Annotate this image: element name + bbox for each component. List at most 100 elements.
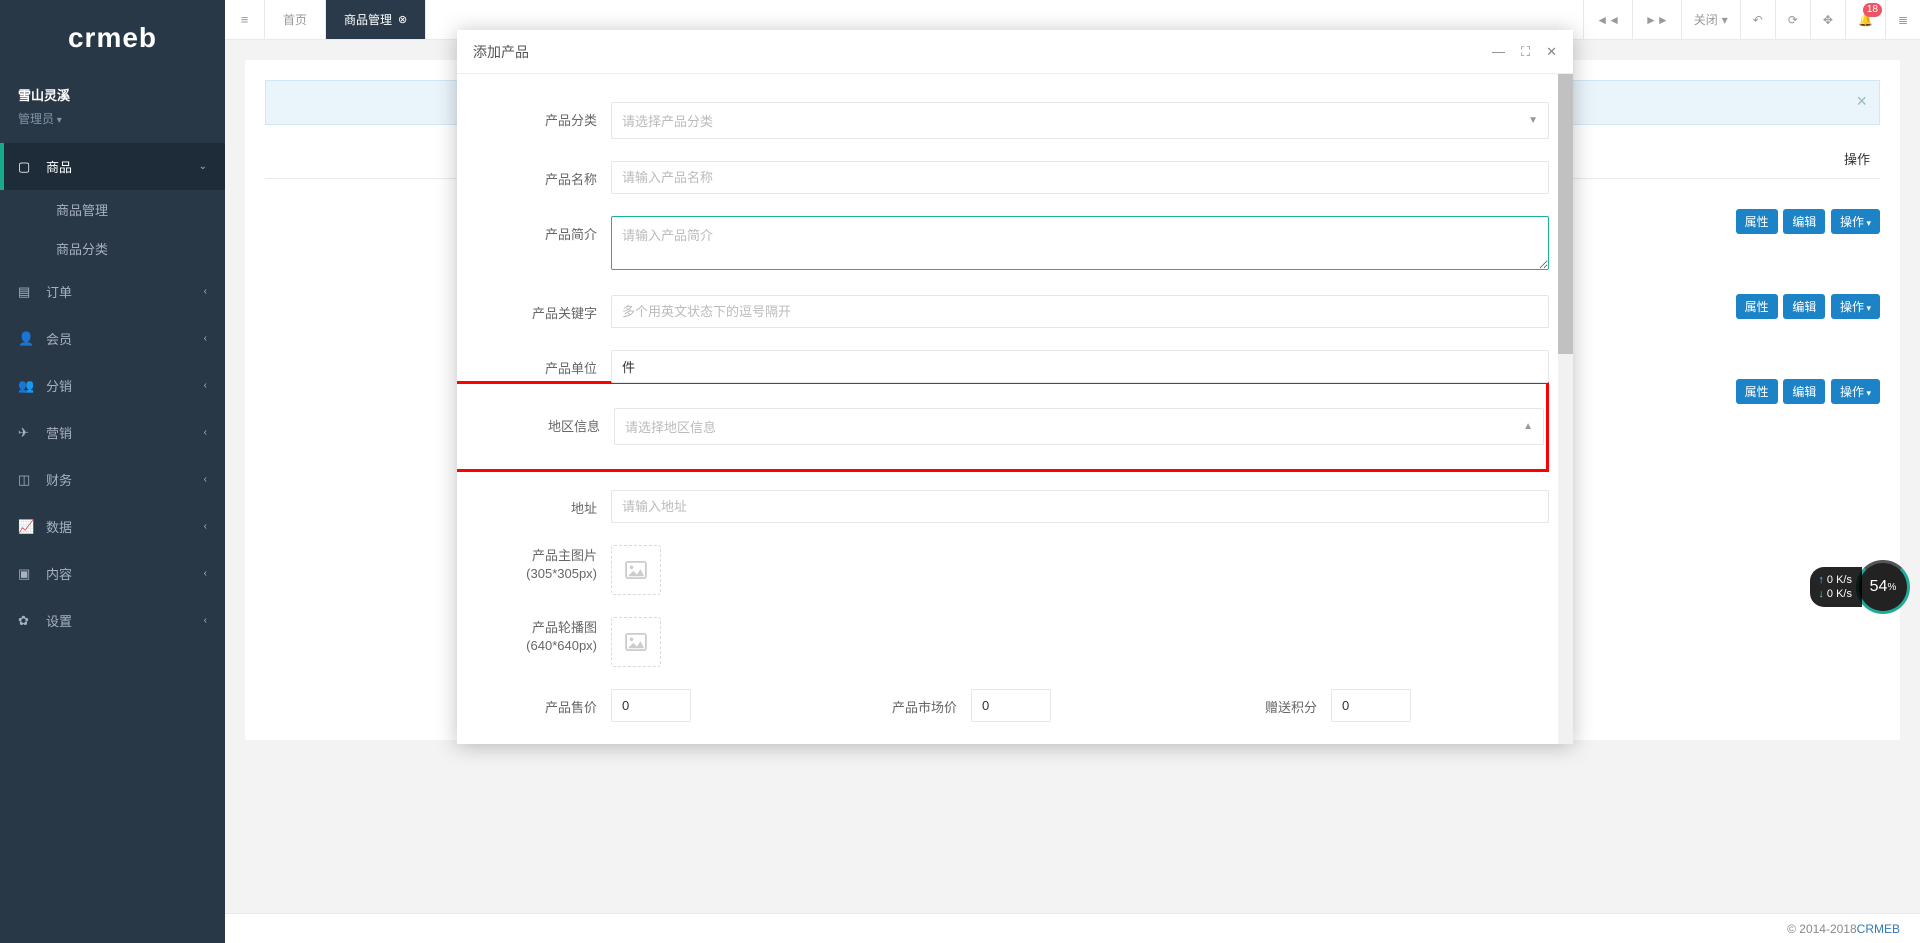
chevron-left-icon: ‹ — [204, 568, 207, 579]
image-icon — [625, 633, 647, 651]
name-input[interactable] — [611, 161, 1549, 194]
address-input[interactable] — [611, 490, 1549, 523]
chevron-left-icon: ‹ — [204, 521, 207, 532]
price-label: 产品售价 — [481, 689, 611, 716]
sidebar: crmeb 雪山灵溪 管理员 ▢ 商品 ⌄ 商品管理 商品分类 ▤订单‹ 👤会员… — [0, 0, 225, 943]
chart-icon: 📈 — [18, 519, 38, 535]
tab-prev-button[interactable]: ◄◄ — [1583, 0, 1632, 39]
nav-content[interactable]: ▣内容‹ — [0, 550, 225, 597]
undo-button[interactable]: ↶ — [1740, 0, 1775, 39]
move-button[interactable]: ✥ — [1810, 0, 1845, 39]
footer: © 2014-2018 CRMEB — [225, 913, 1920, 943]
attr-button[interactable]: 属性 — [1736, 209, 1778, 234]
op-dropdown[interactable]: 操作 — [1831, 294, 1880, 319]
caret-up-icon: ▲ — [1523, 421, 1533, 432]
modal-title: 添加产品 — [473, 42, 529, 62]
price-input[interactable] — [611, 689, 691, 722]
intro-textarea[interactable] — [611, 216, 1549, 270]
download-speed: 0 K/s — [1818, 587, 1852, 601]
edit-button[interactable]: 编辑 — [1783, 209, 1825, 234]
alert-close-button[interactable]: × — [1856, 91, 1867, 112]
region-select[interactable]: 请选择地区信息 ▲ — [614, 408, 1544, 445]
laptop-icon: ▢ — [18, 159, 38, 175]
nav-marketing[interactable]: ✈营销‹ — [0, 409, 225, 456]
user-role-dropdown[interactable]: 管理员 — [18, 110, 207, 127]
keyword-input[interactable] — [611, 295, 1549, 328]
close-dropdown[interactable]: 关闭 ▾ — [1681, 0, 1740, 39]
image-icon — [625, 561, 647, 579]
keyword-label: 产品关键字 — [481, 295, 611, 322]
book-icon: ▣ — [18, 566, 38, 582]
footer-link[interactable]: CRMEB — [1857, 922, 1900, 936]
minimize-button[interactable]: — — [1492, 44, 1505, 60]
gear-icon: ✿ — [18, 613, 38, 629]
tab-product-manage[interactable]: 商品管理⊗ — [326, 0, 426, 39]
chevron-left-icon: ‹ — [204, 427, 207, 438]
main-img-upload[interactable] — [611, 545, 661, 595]
op-dropdown[interactable]: 操作 — [1831, 209, 1880, 234]
chevron-left-icon: ‹ — [204, 333, 207, 344]
tab-home[interactable]: 首页 — [265, 0, 326, 39]
market-input[interactable] — [971, 689, 1051, 722]
close-button[interactable]: ✕ — [1546, 44, 1557, 60]
points-label: 赠送积分 — [1051, 689, 1331, 722]
notification-badge: 18 — [1863, 3, 1882, 17]
document-icon: ▤ — [18, 284, 38, 300]
intro-label: 产品简介 — [481, 216, 611, 243]
nav-distribution[interactable]: 👥分销‹ — [0, 362, 225, 409]
notifications-button[interactable]: 🔔18 — [1845, 0, 1885, 39]
scrollbar[interactable] — [1558, 74, 1573, 744]
refresh-button[interactable]: ⟳ — [1775, 0, 1810, 39]
money-icon: ◫ — [18, 472, 38, 488]
nav-data[interactable]: 📈数据‹ — [0, 503, 225, 550]
nav-settings[interactable]: ✿设置‹ — [0, 597, 225, 644]
chevron-left-icon: ‹ — [204, 474, 207, 485]
main-img-label: 产品主图片 (305*305px) — [481, 545, 611, 583]
attr-button[interactable]: 属性 — [1736, 294, 1778, 319]
chevron-left-icon: ‹ — [204, 286, 207, 297]
market-label: 产品市场价 — [691, 689, 971, 722]
name-label: 产品名称 — [481, 161, 611, 188]
group-icon: 👥 — [18, 378, 38, 394]
edit-button[interactable]: 编辑 — [1783, 379, 1825, 404]
user-name: 雪山灵溪 — [18, 85, 207, 104]
hamburger-button[interactable]: ≡ — [225, 0, 265, 39]
nav-product-category[interactable]: 商品分类 — [0, 229, 225, 268]
logo: crmeb — [0, 0, 225, 75]
nav-product-manage[interactable]: 商品管理 — [0, 190, 225, 229]
unit-label: 产品单位 — [481, 350, 611, 377]
highlighted-region-field: 地区信息 请选择地区信息 ▲ — [457, 381, 1549, 472]
chevron-left-icon: ‹ — [204, 615, 207, 626]
modal-body: 产品分类 请选择产品分类 ▼ 产品名称 产品简介 — [457, 74, 1573, 744]
region-label: 地区信息 — [484, 408, 614, 435]
chevron-left-icon: ‹ — [204, 380, 207, 391]
attr-button[interactable]: 属性 — [1736, 379, 1778, 404]
unit-input[interactable] — [611, 350, 1549, 383]
send-icon: ✈ — [18, 425, 38, 441]
caret-down-icon: ▼ — [1528, 115, 1538, 126]
upload-speed: 0 K/s — [1818, 573, 1852, 587]
tab-next-button[interactable]: ►► — [1632, 0, 1681, 39]
main-area: ≡ 首页 商品管理⊗ ◄◄ ►► 关闭 ▾ ↶ ⟳ ✥ 🔔18 ≣ × 操作 — [225, 0, 1920, 943]
close-icon[interactable]: ⊗ — [398, 13, 407, 26]
chevron-down-icon: ⌄ — [199, 161, 207, 172]
nav-orders[interactable]: ▤订单‹ — [0, 268, 225, 315]
carousel-upload[interactable] — [611, 617, 661, 667]
cpu-percent: 54% — [1856, 560, 1910, 614]
points-input[interactable] — [1331, 689, 1411, 722]
user-info[interactable]: 雪山灵溪 管理员 — [0, 75, 225, 143]
edit-button[interactable]: 编辑 — [1783, 294, 1825, 319]
menu-button[interactable]: ≣ — [1885, 0, 1920, 39]
carousel-label: 产品轮播图 (640*640px) — [481, 617, 611, 655]
category-label: 产品分类 — [481, 102, 611, 129]
nav-finance[interactable]: ◫财务‹ — [0, 456, 225, 503]
add-product-modal: 添加产品 — ⛶ ✕ 产品分类 请选择产品分类 ▼ — [457, 30, 1573, 744]
user-icon: 👤 — [18, 331, 38, 347]
maximize-button[interactable]: ⛶ — [1521, 44, 1530, 60]
category-select[interactable]: 请选择产品分类 ▼ — [611, 102, 1549, 139]
nav-members[interactable]: 👤会员‹ — [0, 315, 225, 362]
performance-widget[interactable]: 0 K/s 0 K/s 54% — [1810, 560, 1910, 614]
op-dropdown[interactable]: 操作 — [1831, 379, 1880, 404]
nav-products[interactable]: ▢ 商品 ⌄ — [0, 143, 225, 190]
address-label: 地址 — [481, 490, 611, 517]
